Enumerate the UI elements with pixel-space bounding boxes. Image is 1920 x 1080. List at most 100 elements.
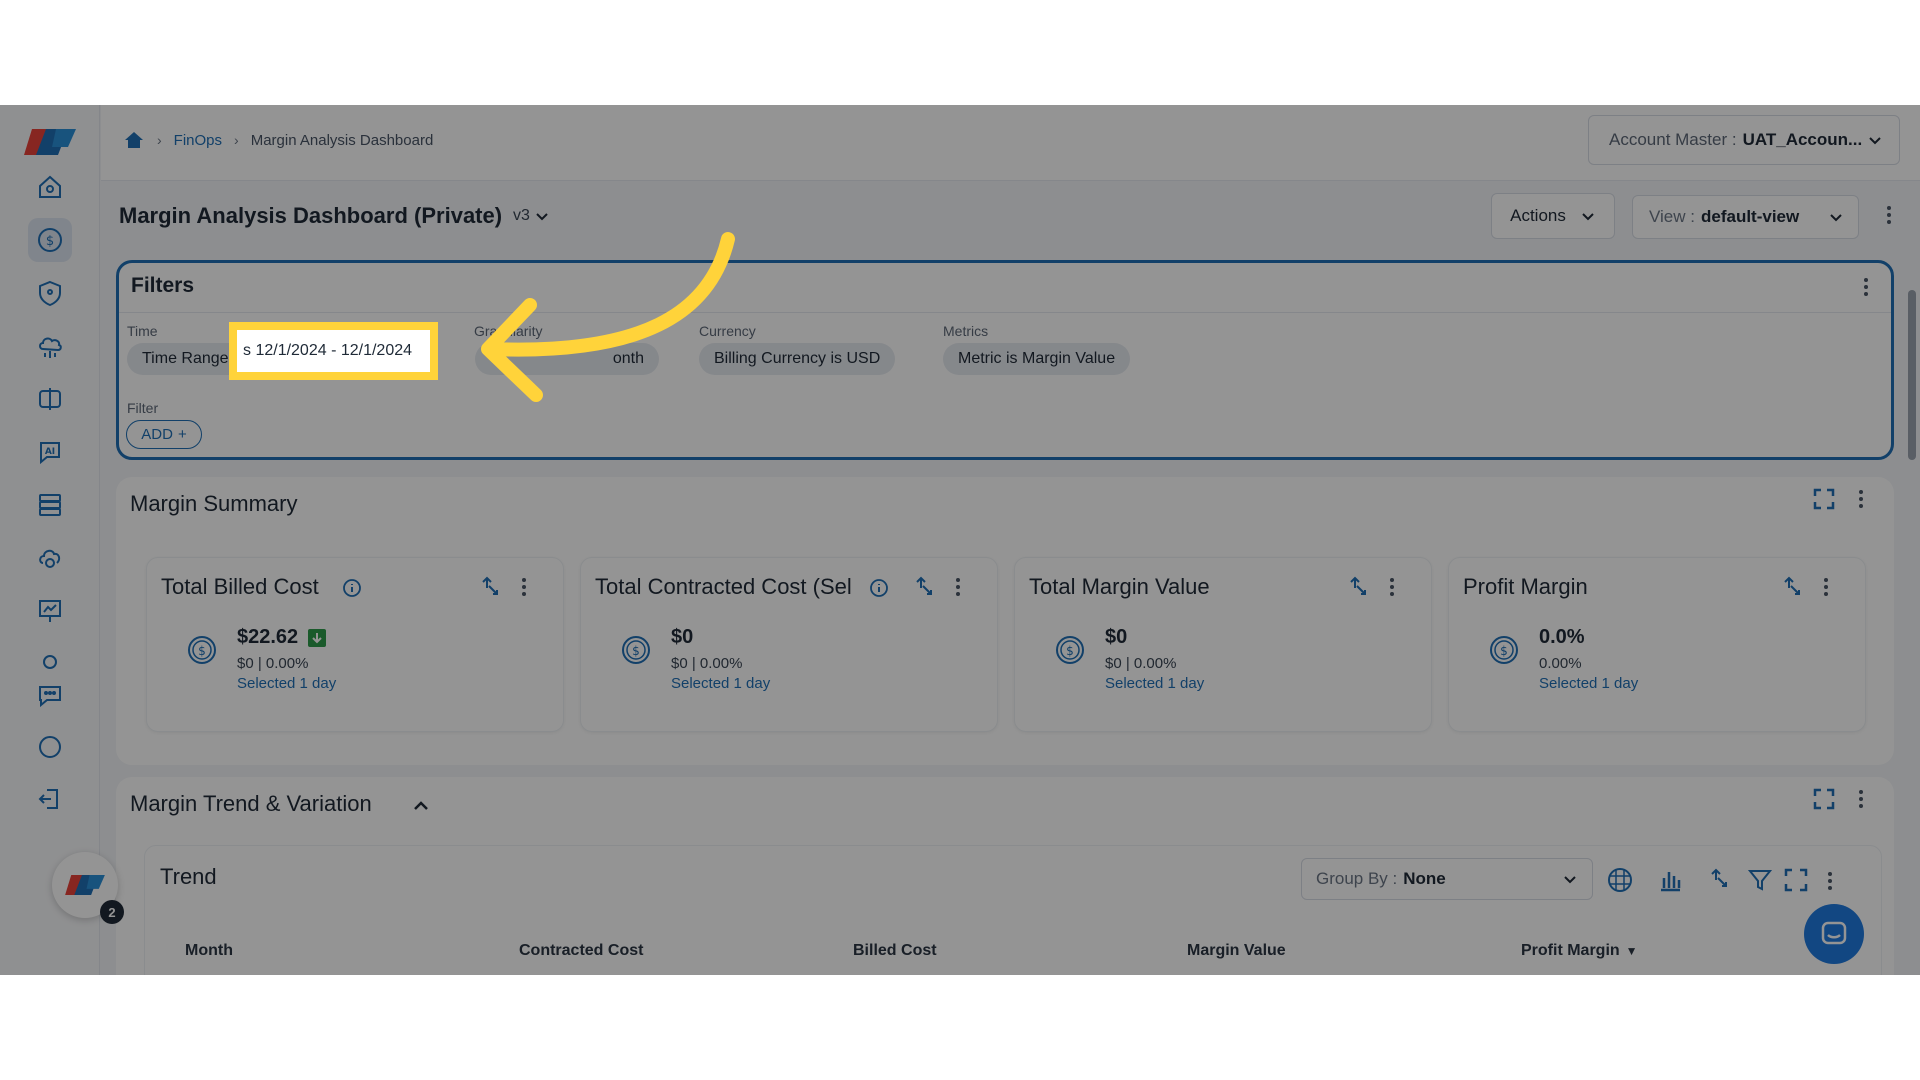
total-billed-cost-card: Total Billed Cost $ $22.62 $0 | 0.00% Se…: [146, 557, 564, 732]
account-selector[interactable]: Account Master : UAT_Accoun...: [1588, 115, 1900, 165]
version-selector[interactable]: v3: [513, 207, 550, 225]
compare-nav-icon[interactable]: [28, 377, 72, 421]
support-chat-nav-icon[interactable]: [28, 673, 72, 717]
column-profit-margin[interactable]: Profit Margin ▼: [1521, 942, 1638, 960]
column-margin-value[interactable]: Margin Value: [1187, 942, 1286, 960]
expand-icon[interactable]: [1813, 488, 1835, 510]
chevron-down-icon: [1830, 214, 1842, 222]
app-logo[interactable]: [24, 125, 76, 159]
view-selector[interactable]: View : default-view: [1632, 195, 1859, 239]
callout-arrow-icon: [481, 232, 735, 402]
group-by-selector[interactable]: Group By : None: [1301, 858, 1593, 900]
page-more-icon[interactable]: [1882, 203, 1896, 227]
metrics-chip[interactable]: Metric is Margin Value: [943, 343, 1131, 375]
logout-nav-icon[interactable]: [28, 777, 72, 821]
filters-more-icon[interactable]: [1859, 275, 1873, 299]
card-title: Total Margin Value: [1029, 574, 1210, 599]
dollar-circle-icon: $: [1490, 636, 1518, 664]
info-icon[interactable]: [869, 578, 889, 598]
card-more-icon[interactable]: [1819, 575, 1833, 599]
column-contracted-cost[interactable]: Contracted Cost: [519, 942, 643, 960]
dollar-circle-icon: $: [1056, 636, 1084, 664]
filter-icon[interactable]: [1746, 866, 1774, 894]
card-selected[interactable]: Selected 1 day: [671, 675, 770, 692]
column-billed-cost[interactable]: Billed Cost: [853, 942, 937, 960]
chat-icon: [1821, 921, 1847, 945]
servers-nav-icon[interactable]: [28, 483, 72, 527]
filters-divider: [119, 312, 1891, 313]
card-sub: $0 | 0.00%: [671, 655, 743, 672]
help-nav-icon[interactable]: [28, 725, 72, 769]
app-logo-icon: [65, 875, 105, 895]
actions-label: Actions: [1510, 206, 1566, 225]
ai-nav-icon[interactable]: AI: [28, 430, 72, 474]
svg-text:$: $: [1500, 644, 1508, 658]
sort-desc-icon[interactable]: ▼: [1626, 944, 1638, 958]
drill-down-icon[interactable]: [1345, 574, 1371, 600]
card-value-text: $22.62: [237, 626, 299, 648]
card-sub: $0 | 0.00%: [1105, 655, 1177, 672]
chevron-down-icon: [536, 213, 548, 221]
page-title: Margin Analysis Dashboard (Private): [119, 203, 503, 228]
drill-down-icon[interactable]: [477, 574, 503, 600]
breadcrumb-finops[interactable]: FinOps: [174, 132, 222, 149]
scrollbar[interactable]: [1908, 290, 1916, 460]
cloud-sync-nav-icon[interactable]: [28, 536, 72, 580]
actions-button[interactable]: Actions: [1491, 193, 1615, 239]
filter-label: Filter: [127, 400, 159, 416]
column-month[interactable]: Month: [185, 942, 233, 960]
card-title: Profit Margin: [1463, 574, 1588, 599]
time-range-highlight[interactable]: s 12/1/2024 - 12/1/2024: [229, 322, 438, 380]
drill-down-icon[interactable]: [1706, 866, 1734, 894]
card-more-icon[interactable]: [951, 575, 965, 599]
info-icon[interactable]: [342, 578, 362, 598]
svg-text:AI: AI: [45, 447, 55, 457]
sidebar: $ AI: [0, 105, 100, 975]
home-nav-icon[interactable]: [28, 165, 72, 209]
metrics-chip-text: Metric is Margin Value: [958, 350, 1116, 367]
expand-icon[interactable]: [1813, 788, 1835, 810]
card-value: $0: [671, 626, 694, 648]
card-selected[interactable]: Selected 1 day: [237, 675, 336, 692]
card-selected[interactable]: Selected 1 day: [1539, 675, 1638, 692]
card-more-icon[interactable]: [517, 575, 531, 599]
cloud-network-nav-icon[interactable]: [28, 324, 72, 368]
card-more-icon[interactable]: [1385, 575, 1399, 599]
margin-summary-title: Margin Summary: [130, 491, 298, 516]
version-label: v3: [513, 207, 530, 224]
plus-icon: +: [177, 426, 187, 443]
add-filter-button[interactable]: ADD +: [126, 420, 202, 449]
svg-text:$: $: [632, 644, 640, 658]
summary-more-icon[interactable]: [1854, 487, 1868, 511]
finops-nav-icon[interactable]: $: [28, 218, 72, 262]
expand-icon[interactable]: [1782, 866, 1810, 894]
drill-down-icon[interactable]: [1779, 574, 1805, 600]
trend-section-more-icon[interactable]: [1854, 787, 1868, 811]
margin-trend-title: Margin Trend & Variation: [130, 791, 372, 816]
app-frame: $ AI › FinOps › Margin Analysis Dashboar…: [0, 105, 1920, 975]
drill-down-icon[interactable]: [911, 574, 937, 600]
card-sub: $0 | 0.00%: [237, 655, 309, 672]
chat-button[interactable]: [1804, 904, 1864, 964]
home-icon[interactable]: [123, 129, 145, 151]
card-title: Total Contracted Cost (Sel: [595, 574, 852, 599]
dollar-circle-icon: $: [622, 636, 650, 664]
card-selected[interactable]: Selected 1 day: [1105, 675, 1204, 692]
bar-chart-icon[interactable]: [1656, 866, 1684, 894]
chevron-right-icon: ›: [157, 132, 162, 148]
trend-title: Trend: [160, 864, 217, 889]
profit-margin-card: Profit Margin $ 0.0% 0.00% Selected 1 da…: [1448, 557, 1866, 732]
chevron-up-icon[interactable]: [412, 797, 430, 815]
group-by-label: Group By :: [1316, 869, 1398, 888]
trend-more-icon[interactable]: [1823, 869, 1837, 893]
total-contracted-cost-card: Total Contracted Cost (Sel $ $0 $0 | 0.0…: [580, 557, 998, 732]
chevron-right-icon: ›: [234, 132, 239, 148]
svg-text:$: $: [1066, 644, 1074, 658]
table-view-icon[interactable]: [1606, 866, 1634, 894]
dollar-circle-icon: $: [188, 636, 216, 664]
breadcrumb-current: Margin Analysis Dashboard: [250, 131, 434, 149]
presentation-nav-icon[interactable]: [28, 589, 72, 633]
column-profit-margin-label: Profit Margin: [1521, 942, 1620, 959]
time-range-chip-text: Time Range: [142, 350, 229, 367]
security-nav-icon[interactable]: [28, 271, 72, 315]
